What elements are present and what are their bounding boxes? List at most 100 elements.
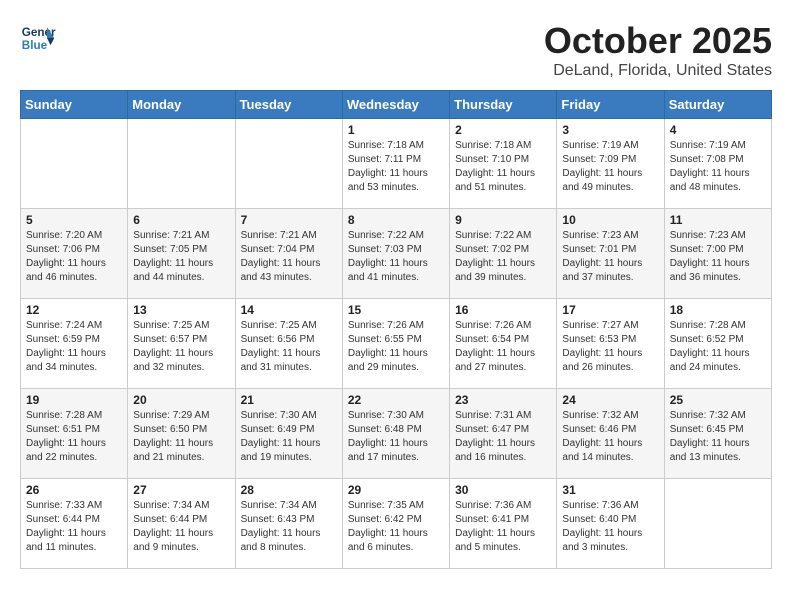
calendar-cell: 31 Sunrise: 7:36 AM Sunset: 6:40 PM Dayli… bbox=[557, 479, 664, 569]
day-info: Sunrise: 7:25 AM Sunset: 6:56 PM Dayligh… bbox=[241, 319, 337, 375]
day-number: 16 bbox=[455, 303, 551, 317]
day-number: 31 bbox=[562, 483, 658, 497]
calendar-cell: 24 Sunrise: 7:32 AM Sunset: 6:46 PM Dayli… bbox=[557, 389, 664, 479]
calendar-cell: 23 Sunrise: 7:31 AM Sunset: 6:47 PM Dayli… bbox=[450, 389, 557, 479]
calendar-cell: 17 Sunrise: 7:27 AM Sunset: 6:53 PM Dayli… bbox=[557, 299, 664, 389]
calendar-cell: 6 Sunrise: 7:21 AM Sunset: 7:05 PM Daylig… bbox=[128, 209, 235, 299]
day-info: Sunrise: 7:25 AM Sunset: 6:57 PM Dayligh… bbox=[133, 319, 229, 375]
calendar-cell bbox=[235, 119, 342, 209]
calendar-week-2: 5Sunrise: 7:20 AM Sunset: 7:06 PM Daylig… bbox=[21, 209, 772, 299]
day-info: Sunrise: 7:24 AM Sunset: 6:59 PM Dayligh… bbox=[26, 319, 122, 375]
day-info: Sunrise: 7:18 AM Sunset: 7:11 PM Dayligh… bbox=[348, 139, 444, 195]
day-info: Sunrise: 7:19 AM Sunset: 7:08 PM Dayligh… bbox=[670, 139, 766, 195]
day-info: Sunrise: 7:21 AM Sunset: 7:04 PM Dayligh… bbox=[241, 229, 337, 285]
calendar-cell: 2 Sunrise: 7:18 AM Sunset: 7:10 PM Daylig… bbox=[450, 119, 557, 209]
calendar-week-3: 12Sunrise: 7:24 AM Sunset: 6:59 PM Dayli… bbox=[21, 299, 772, 389]
logo-icon: General Blue bbox=[20, 20, 56, 56]
day-number: 4 bbox=[670, 123, 766, 137]
svg-text:Blue: Blue bbox=[22, 39, 48, 52]
calendar-cell: 20 Sunrise: 7:29 AM Sunset: 6:50 PM Dayli… bbox=[128, 389, 235, 479]
location: DeLand, Florida, United States bbox=[544, 62, 772, 80]
calendar-cell bbox=[21, 119, 128, 209]
day-number: 24 bbox=[562, 393, 658, 407]
day-number: 19 bbox=[26, 393, 122, 407]
day-number: 2 bbox=[455, 123, 551, 137]
weekday-header-wednesday: Wednesday bbox=[342, 91, 449, 119]
day-info: Sunrise: 7:21 AM Sunset: 7:05 PM Dayligh… bbox=[133, 229, 229, 285]
calendar-cell: 13 Sunrise: 7:25 AM Sunset: 6:57 PM Dayli… bbox=[128, 299, 235, 389]
calendar-cell: 15 Sunrise: 7:26 AM Sunset: 6:55 PM Dayli… bbox=[342, 299, 449, 389]
day-number: 6 bbox=[133, 213, 229, 227]
day-info: Sunrise: 7:26 AM Sunset: 6:55 PM Dayligh… bbox=[348, 319, 444, 375]
calendar-cell: 27 Sunrise: 7:34 AM Sunset: 6:44 PM Dayli… bbox=[128, 479, 235, 569]
day-number: 20 bbox=[133, 393, 229, 407]
day-number: 10 bbox=[562, 213, 658, 227]
calendar-cell: 16Sunrise: 7:26 AM Sunset: 6:54 PM Dayli… bbox=[450, 299, 557, 389]
title-block: October 2025 DeLand, Florida, United Sta… bbox=[544, 20, 772, 80]
calendar-cell: 28 Sunrise: 7:34 AM Sunset: 6:43 PM Dayli… bbox=[235, 479, 342, 569]
page-header: General Blue October 2025 DeLand, Florid… bbox=[20, 20, 772, 80]
logo: General Blue bbox=[20, 20, 56, 56]
day-number: 29 bbox=[348, 483, 444, 497]
day-number: 15 bbox=[348, 303, 444, 317]
day-number: 14 bbox=[241, 303, 337, 317]
calendar-cell: 30 Sunrise: 7:36 AM Sunset: 6:41 PM Dayli… bbox=[450, 479, 557, 569]
weekday-header-row: SundayMondayTuesdayWednesdayThursdayFrid… bbox=[21, 91, 772, 119]
day-number: 8 bbox=[348, 213, 444, 227]
day-number: 28 bbox=[241, 483, 337, 497]
weekday-header-tuesday: Tuesday bbox=[235, 91, 342, 119]
calendar-cell: 21 Sunrise: 7:30 AM Sunset: 6:49 PM Dayli… bbox=[235, 389, 342, 479]
day-info: Sunrise: 7:36 AM Sunset: 6:41 PM Dayligh… bbox=[455, 499, 551, 555]
day-info: Sunrise: 7:31 AM Sunset: 6:47 PM Dayligh… bbox=[455, 409, 551, 465]
calendar-cell: 26Sunrise: 7:33 AM Sunset: 6:44 PM Dayli… bbox=[21, 479, 128, 569]
day-number: 27 bbox=[133, 483, 229, 497]
calendar-cell: 12Sunrise: 7:24 AM Sunset: 6:59 PM Dayli… bbox=[21, 299, 128, 389]
calendar-table: SundayMondayTuesdayWednesdayThursdayFrid… bbox=[20, 90, 772, 569]
day-number: 30 bbox=[455, 483, 551, 497]
day-number: 7 bbox=[241, 213, 337, 227]
day-number: 25 bbox=[670, 393, 766, 407]
day-info: Sunrise: 7:27 AM Sunset: 6:53 PM Dayligh… bbox=[562, 319, 658, 375]
day-info: Sunrise: 7:30 AM Sunset: 6:48 PM Dayligh… bbox=[348, 409, 444, 465]
calendar-week-5: 26Sunrise: 7:33 AM Sunset: 6:44 PM Dayli… bbox=[21, 479, 772, 569]
day-number: 22 bbox=[348, 393, 444, 407]
day-number: 9 bbox=[455, 213, 551, 227]
day-info: Sunrise: 7:34 AM Sunset: 6:43 PM Dayligh… bbox=[241, 499, 337, 555]
calendar-week-4: 19Sunrise: 7:28 AM Sunset: 6:51 PM Dayli… bbox=[21, 389, 772, 479]
day-number: 23 bbox=[455, 393, 551, 407]
weekday-header-monday: Monday bbox=[128, 91, 235, 119]
day-info: Sunrise: 7:28 AM Sunset: 6:52 PM Dayligh… bbox=[670, 319, 766, 375]
calendar-cell bbox=[128, 119, 235, 209]
calendar-cell: 9 Sunrise: 7:22 AM Sunset: 7:02 PM Daylig… bbox=[450, 209, 557, 299]
month-title: October 2025 bbox=[544, 20, 772, 62]
day-number: 17 bbox=[562, 303, 658, 317]
day-info: Sunrise: 7:34 AM Sunset: 6:44 PM Dayligh… bbox=[133, 499, 229, 555]
day-number: 1 bbox=[348, 123, 444, 137]
day-info: Sunrise: 7:30 AM Sunset: 6:49 PM Dayligh… bbox=[241, 409, 337, 465]
day-info: Sunrise: 7:32 AM Sunset: 6:45 PM Dayligh… bbox=[670, 409, 766, 465]
day-number: 5 bbox=[26, 213, 122, 227]
day-info: Sunrise: 7:36 AM Sunset: 6:40 PM Dayligh… bbox=[562, 499, 658, 555]
day-number: 13 bbox=[133, 303, 229, 317]
day-info: Sunrise: 7:29 AM Sunset: 6:50 PM Dayligh… bbox=[133, 409, 229, 465]
calendar-cell: 11Sunrise: 7:23 AM Sunset: 7:00 PM Dayli… bbox=[664, 209, 771, 299]
calendar-cell: 19Sunrise: 7:28 AM Sunset: 6:51 PM Dayli… bbox=[21, 389, 128, 479]
day-number: 26 bbox=[26, 483, 122, 497]
calendar-cell: 7 Sunrise: 7:21 AM Sunset: 7:04 PM Daylig… bbox=[235, 209, 342, 299]
calendar-cell: 1 Sunrise: 7:18 AM Sunset: 7:11 PM Daylig… bbox=[342, 119, 449, 209]
calendar-cell: 22 Sunrise: 7:30 AM Sunset: 6:48 PM Dayli… bbox=[342, 389, 449, 479]
day-info: Sunrise: 7:22 AM Sunset: 7:02 PM Dayligh… bbox=[455, 229, 551, 285]
calendar-cell: 25 Sunrise: 7:32 AM Sunset: 6:45 PM Dayli… bbox=[664, 389, 771, 479]
weekday-header-friday: Friday bbox=[557, 91, 664, 119]
weekday-header-saturday: Saturday bbox=[664, 91, 771, 119]
day-number: 21 bbox=[241, 393, 337, 407]
calendar-cell: 3Sunrise: 7:19 AM Sunset: 7:09 PM Daylig… bbox=[557, 119, 664, 209]
day-info: Sunrise: 7:32 AM Sunset: 6:46 PM Dayligh… bbox=[562, 409, 658, 465]
weekday-header-sunday: Sunday bbox=[21, 91, 128, 119]
calendar-cell: 10Sunrise: 7:23 AM Sunset: 7:01 PM Dayli… bbox=[557, 209, 664, 299]
day-info: Sunrise: 7:19 AM Sunset: 7:09 PM Dayligh… bbox=[562, 139, 658, 195]
day-info: Sunrise: 7:18 AM Sunset: 7:10 PM Dayligh… bbox=[455, 139, 551, 195]
calendar-cell: 8Sunrise: 7:22 AM Sunset: 7:03 PM Daylig… bbox=[342, 209, 449, 299]
calendar-cell: 5Sunrise: 7:20 AM Sunset: 7:06 PM Daylig… bbox=[21, 209, 128, 299]
weekday-header-thursday: Thursday bbox=[450, 91, 557, 119]
